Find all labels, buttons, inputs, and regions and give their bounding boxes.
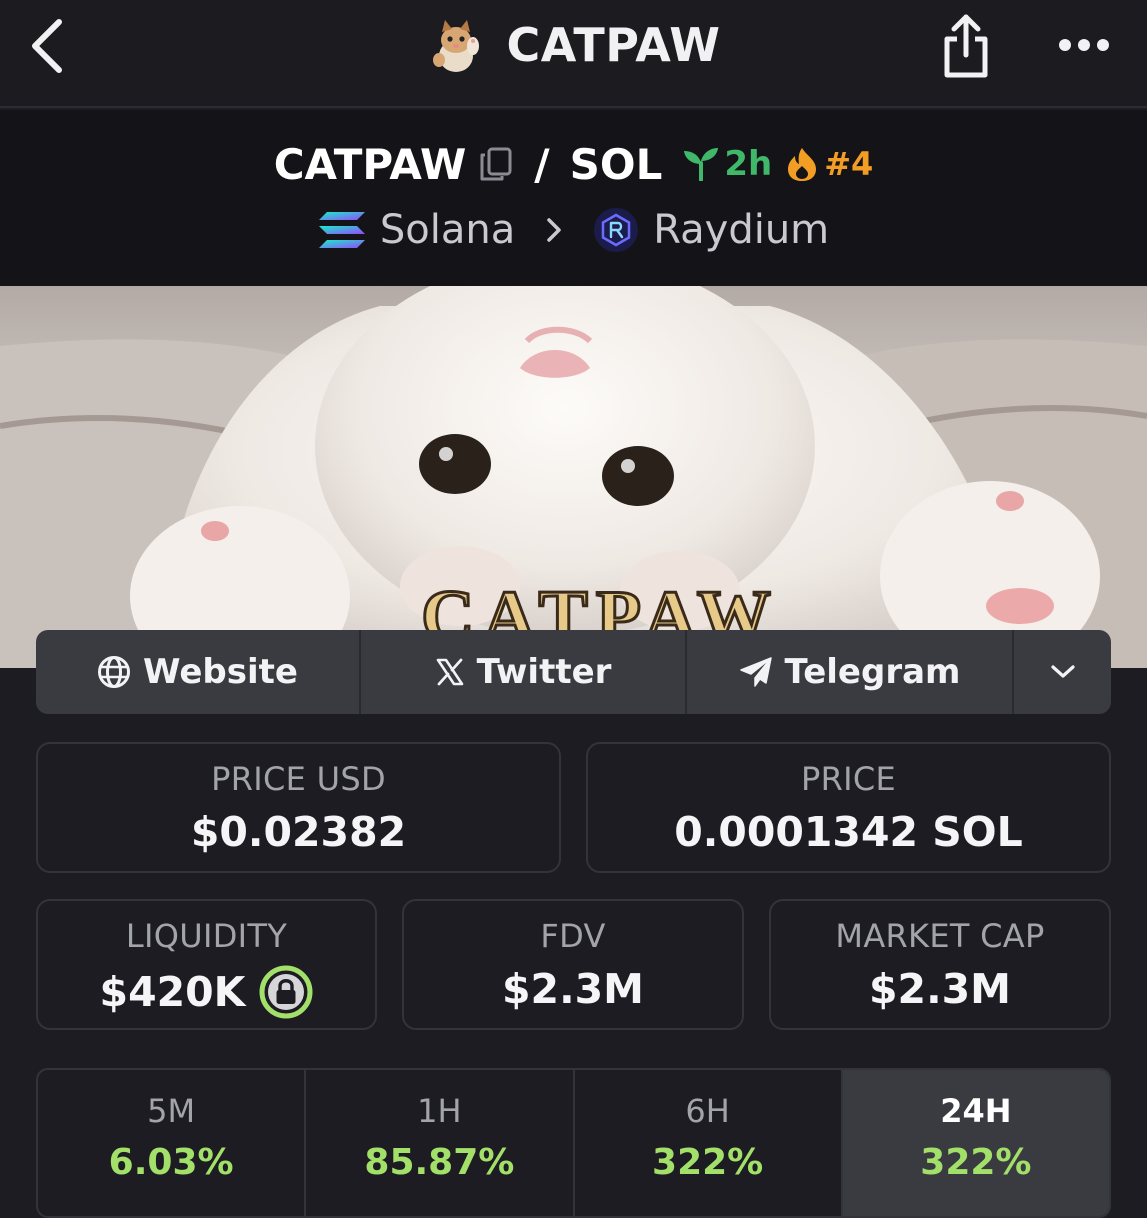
market-cap-card: MARKET CAP $2.3M [769,899,1111,1030]
fdv-value-row: $2.3M [404,965,742,1013]
timeframe-label: 6H [685,1092,730,1130]
pair-line: CATPAW / SOL 2h #4 [0,136,1147,192]
share-icon [944,14,988,78]
trending-rank-text: #4 [824,145,874,183]
telegram-link-button[interactable]: Telegram [687,630,1014,714]
more-links-button[interactable] [1014,630,1111,714]
website-link-button[interactable]: Website [36,630,361,714]
telegram-link-label: Telegram [784,652,961,692]
seedling-icon [684,148,719,181]
price-usd-card: PRICE USD $0.02382 [36,742,561,873]
nav-title: CATPAW [506,18,721,72]
timeframe-change: 6.03% [108,1142,234,1183]
flame-icon [788,148,817,181]
fdv-card: FDV $2.3M [402,899,744,1030]
price-change-timeframes: 5M 6.03% 1H 85.87% 6H 322% 24H 322% [36,1068,1111,1218]
raydium-logo-icon [594,208,639,252]
share-button[interactable] [936,10,996,82]
solana-logo-icon [318,212,365,248]
timeframe-label: 5M [147,1092,196,1130]
liquidity-label: LIQUIDITY [125,917,288,955]
chevron-down-icon [1050,665,1075,678]
telegram-plane-icon [739,657,772,687]
more-options-button[interactable] [1052,20,1116,70]
pair-quote-symbol: SOL [569,139,663,189]
price-usd-label: PRICE USD [211,760,386,798]
timeframe-tab-5m[interactable]: 5M 6.03% [38,1070,307,1216]
lock-badge-icon[interactable] [259,965,313,1019]
pair-separator: / [534,139,550,189]
twitter-link-button[interactable]: Twitter [361,630,687,714]
timeframe-tab-1h[interactable]: 1H 85.87% [306,1070,575,1216]
top-nav-bar: CATPAW [0,0,1147,108]
liquidity-value: $420K [99,968,246,1016]
timeframe-tab-24h[interactable]: 24H 322% [842,1070,1109,1216]
dex-name[interactable]: Raydium [653,207,829,253]
chain-breadcrumb: Solana Raydium [0,202,1147,258]
liquidity-value-row: $420K [38,965,375,1019]
price-sol-label: PRICE [800,760,897,798]
x-logo-icon [436,658,463,686]
fdv-value: $2.3M [502,965,644,1013]
price-sol-card: PRICE 0.0001342 SOL [586,742,1111,873]
token-banner-image: CATPAW [0,286,1147,668]
timeframe-tab-6h[interactable]: 6H 322% [575,1070,843,1216]
timeframe-change: 322% [920,1142,1032,1183]
chain-name[interactable]: Solana [380,207,515,253]
chevron-right-icon [547,218,561,242]
price-sol-value: 0.0001342 SOL [674,808,1023,856]
price-usd-value-row: $0.02382 [38,808,559,856]
website-link-label: Website [143,652,298,692]
price-sol-value-row: 0.0001342 SOL [588,808,1109,856]
social-links-bar: Website Twitter Telegram [36,630,1111,714]
globe-icon [98,656,131,688]
timeframe-label: 24H [940,1092,1012,1130]
trending-rank-badge[interactable]: #4 [786,145,873,183]
timeframe-change: 85.87% [364,1142,515,1183]
fdv-label: FDV [540,917,606,955]
market-cap-value: $2.3M [869,965,1011,1013]
pair-age-badge: 2h [682,144,772,184]
liquidity-card: LIQUIDITY $420K [36,899,377,1030]
timeframe-change: 322% [652,1142,764,1183]
pair-header: CATPAW / SOL 2h #4 Solana Raydium [0,110,1147,286]
twitter-link-label: Twitter [476,652,612,692]
timeframe-label: 1H [417,1092,462,1130]
pair-base-symbol: CATPAW [273,139,467,189]
more-dots-icon [1059,39,1109,51]
market-cap-label: MARKET CAP [835,917,1045,955]
price-usd-value: $0.02382 [190,808,407,856]
pair-age-text: 2h [724,144,773,184]
market-cap-value-row: $2.3M [771,965,1109,1013]
token-logo-icon [432,20,479,72]
copy-icon[interactable] [478,146,514,182]
